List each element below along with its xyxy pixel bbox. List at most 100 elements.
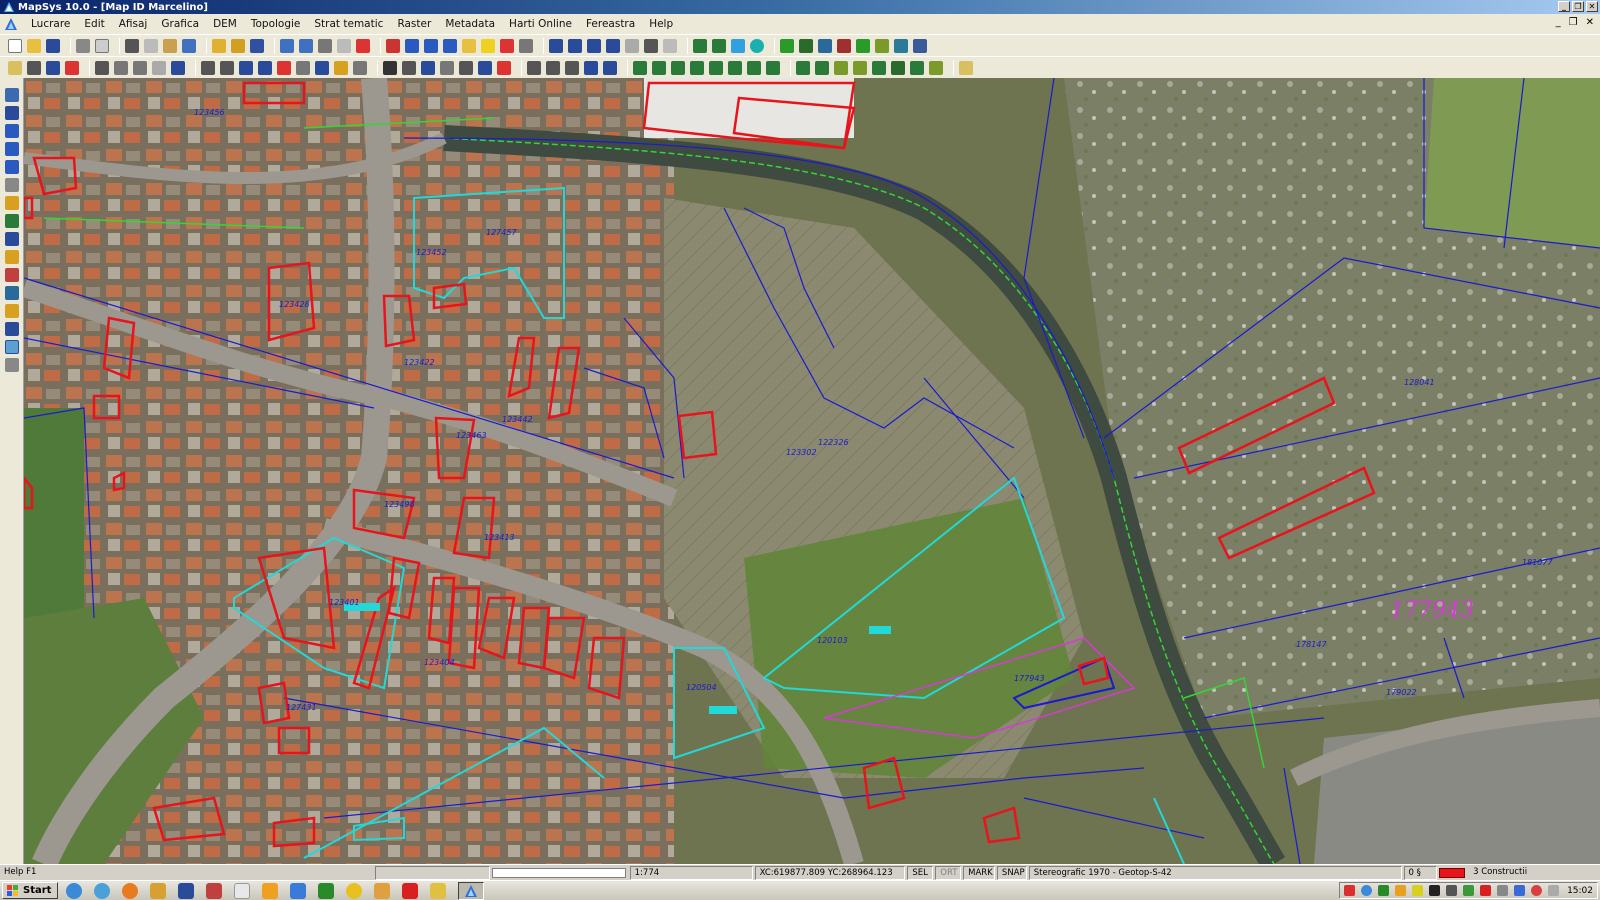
snap-angle-icon[interactable] — [872, 60, 886, 75]
menu-raster[interactable]: Raster — [390, 14, 438, 34]
menu-dem[interactable]: DEM — [206, 14, 244, 34]
save-icon[interactable] — [46, 38, 60, 53]
mark-toggle[interactable]: MARK — [963, 865, 995, 880]
perpendicular-icon[interactable] — [728, 60, 742, 75]
layer-folder-icon[interactable] — [212, 38, 226, 53]
remove-hatch-icon[interactable] — [277, 60, 291, 75]
map-svg[interactable] — [24, 78, 1600, 864]
menu-help[interactable]: Help — [642, 14, 680, 34]
difference-icon[interactable] — [671, 60, 685, 75]
pan-icon[interactable] — [462, 38, 476, 53]
cut-icon[interactable] — [125, 38, 139, 53]
copy-icon[interactable] — [144, 38, 158, 53]
layers-icon[interactable] — [894, 38, 908, 53]
menu-harti-online[interactable]: Harti Online — [502, 14, 579, 34]
delete-icon[interactable] — [356, 38, 370, 53]
symbol-icon[interactable] — [334, 60, 348, 75]
extend-icon[interactable] — [546, 60, 560, 75]
zoom-out-icon[interactable] — [443, 38, 457, 53]
legend-icon[interactable] — [4, 214, 19, 228]
text-icon[interactable] — [383, 60, 397, 75]
topology-check-icon[interactable] — [856, 38, 870, 53]
remove-node-icon[interactable] — [837, 38, 851, 53]
sel-toggle[interactable]: SEL — [907, 865, 934, 880]
printer-tray-icon[interactable] — [1395, 885, 1407, 896]
scissors-icon[interactable] — [318, 38, 332, 53]
line-icon[interactable] — [27, 60, 41, 75]
menu-topologie[interactable]: Topologie — [244, 14, 308, 34]
table-icon[interactable] — [4, 232, 19, 246]
notepad-icon[interactable] — [234, 882, 251, 899]
print-preview-icon[interactable] — [95, 38, 109, 53]
binoculars-icon[interactable] — [644, 38, 658, 53]
warning-icon[interactable] — [481, 38, 495, 53]
volume-icon[interactable] — [1497, 885, 1509, 896]
media-icon[interactable] — [1531, 885, 1543, 896]
layer-list-icon[interactable] — [4, 106, 19, 120]
snap-edge-icon[interactable] — [712, 38, 726, 53]
menu-fereastra[interactable]: Fereastra — [579, 14, 642, 34]
labels-icon[interactable] — [4, 304, 19, 318]
thematic-icon[interactable] — [4, 286, 19, 300]
doc-minimize-button[interactable]: _ — [1556, 17, 1561, 28]
monitor-icon[interactable] — [1429, 885, 1441, 896]
keyboard-icon[interactable] — [1548, 885, 1560, 896]
antivirus-icon[interactable] — [1344, 885, 1356, 896]
spline-icon[interactable] — [133, 60, 147, 75]
record-icon[interactable] — [386, 38, 400, 53]
bluetooth-icon[interactable] — [1514, 885, 1526, 896]
trim-icon[interactable] — [527, 60, 541, 75]
join-icon[interactable] — [584, 60, 598, 75]
snap-toggle[interactable]: SNAP — [996, 865, 1027, 880]
explorer-icon[interactable] — [290, 882, 307, 899]
sync-icon[interactable] — [1463, 885, 1475, 896]
dimension-icon[interactable] — [421, 60, 435, 75]
map-canvas[interactable]: 127457 123456 123452 123422 123428 12344… — [24, 78, 1600, 864]
map-view-icon[interactable] — [4, 340, 19, 354]
topology-fix-icon[interactable] — [875, 38, 889, 53]
menu-afisaj[interactable]: Afisaj — [112, 14, 155, 34]
pencil-icon[interactable] — [201, 60, 215, 75]
pen-green-icon[interactable] — [780, 38, 794, 53]
parallel-icon[interactable] — [171, 60, 185, 75]
report-icon[interactable] — [4, 268, 19, 282]
traverse-icon[interactable] — [910, 60, 924, 75]
clear-selection-icon[interactable] — [663, 38, 677, 53]
app-icon[interactable] — [206, 882, 223, 899]
menu-metadata[interactable]: Metadata — [438, 14, 502, 34]
folder-icon[interactable] — [374, 882, 391, 899]
erase-icon[interactable] — [65, 60, 79, 75]
scale-readout[interactable]: 1:774 — [629, 865, 753, 880]
layer-open-icon[interactable] — [231, 38, 245, 53]
firefox-icon[interactable] — [122, 882, 139, 899]
select-add-icon[interactable] — [568, 38, 582, 53]
archive-icon[interactable] — [430, 882, 447, 899]
alert-icon[interactable] — [1412, 885, 1424, 896]
print-icon[interactable] — [76, 38, 90, 53]
intersect-icon[interactable] — [633, 60, 647, 75]
hatch-yellow-icon[interactable] — [959, 60, 973, 75]
menu-strat-tematic[interactable]: Strat tematic — [307, 14, 390, 34]
doc-restore-button[interactable]: ❐ — [1569, 17, 1578, 28]
brush-icon[interactable] — [220, 60, 234, 75]
repeat-icon[interactable] — [299, 38, 313, 53]
redo-icon[interactable] — [280, 38, 294, 53]
break-icon[interactable] — [565, 60, 579, 75]
zoom-extents-icon[interactable] — [4, 124, 19, 138]
doc-close-button[interactable]: ✕ — [1586, 17, 1594, 28]
menu-lucrare[interactable]: Lucrare — [24, 14, 77, 34]
circle-icon[interactable] — [750, 38, 764, 53]
zoom-in-icon[interactable] — [424, 38, 438, 53]
node-icon[interactable] — [818, 38, 832, 53]
fill-icon[interactable] — [239, 60, 253, 75]
refresh-icon[interactable] — [4, 88, 19, 102]
polyline-icon[interactable] — [46, 60, 60, 75]
ie-icon[interactable] — [66, 882, 83, 899]
active-layer-color-swatch[interactable] — [1439, 867, 1466, 878]
scale-icon[interactable] — [315, 60, 329, 75]
overview-icon[interactable] — [4, 322, 19, 336]
move-text-icon[interactable] — [478, 60, 492, 75]
snap-vertex-icon[interactable] — [693, 38, 707, 53]
settings-icon[interactable] — [4, 358, 19, 372]
mapsys-taskbar-button[interactable] — [458, 881, 485, 900]
